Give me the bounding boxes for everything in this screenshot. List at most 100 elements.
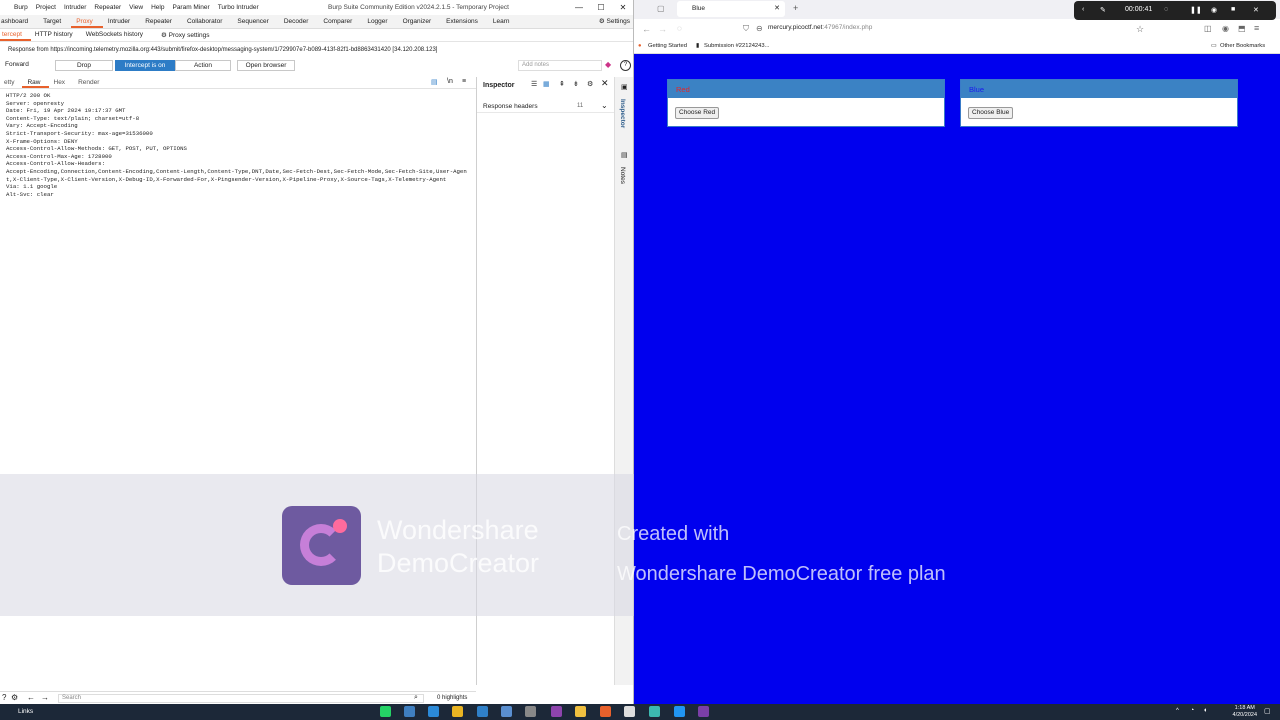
help-icon[interactable]: ? [620,60,631,71]
tab-sequencer[interactable]: Sequencer [232,15,278,28]
bookmark-getting-started[interactable]: Getting Started [648,43,687,49]
tab-collaborator[interactable]: Collaborator [182,15,232,28]
tab-repeater[interactable]: Repeater [140,15,182,28]
volume-icon[interactable]: ◖ [1203,707,1207,714]
forward-arrow-icon[interactable]: → [41,693,49,702]
message-editor[interactable]: HTTP/2 200 OK Server: openresty Date: Fr… [6,92,472,198]
lock-icon[interactable]: ⊖ [756,24,763,33]
pocket-icon[interactable]: ◫ [1204,24,1212,33]
tab-target[interactable]: Target [38,15,71,28]
notes-side-icon[interactable]: ▤ [621,151,628,159]
app-icon[interactable] [501,706,512,717]
drop-button[interactable]: Drop [55,60,113,71]
gear-icon[interactable]: ⚙ [11,693,18,702]
tab-websockets-history[interactable]: WebSockets history [82,29,157,41]
menu-repeater[interactable]: Repeater [90,4,125,11]
response-headers-row[interactable]: Response headers 11 ⌄ [477,99,615,113]
account-icon[interactable]: ◉ [1222,24,1229,33]
edge-icon[interactable] [428,706,439,717]
mic-icon[interactable]: ◌ [1164,6,1168,13]
newline-icon[interactable]: \n [447,78,453,85]
tab-raw[interactable]: Raw [22,77,49,88]
choose-blue-button[interactable]: Choose Blue [968,107,1014,119]
vscode-icon[interactable] [477,706,488,717]
choose-red-button[interactable]: Choose Red [675,107,720,119]
app-icon[interactable] [674,706,685,717]
tab-intruder[interactable]: Intruder [103,15,140,28]
tab-learn[interactable]: Learn [488,15,520,28]
forward-icon[interactable]: → [658,24,667,34]
inspector-side-tab[interactable]: Inspector [619,99,626,128]
tab-hex[interactable]: Hex [49,77,74,88]
pause-icon[interactable]: ❚❚ [1190,6,1202,14]
tab-extensions[interactable]: Extensions [441,15,488,28]
tab-logger[interactable]: Logger [362,15,397,28]
menu-intruder[interactable]: Intruder [60,4,90,11]
webcam-icon[interactable]: ◉ [1211,6,1217,14]
intercept-toggle[interactable]: Intercept is on [115,60,175,71]
tab-organizer[interactable]: Organizer [398,15,442,28]
back-arrow-icon[interactable]: ← [27,693,35,702]
pen-icon[interactable]: ✎ [1100,6,1106,14]
search-input[interactable]: Search [58,694,424,703]
file-explorer-icon[interactable] [575,706,586,717]
expand-icon[interactable]: ⇞ [559,80,565,88]
bookmark-star-icon[interactable]: ☆ [1136,24,1144,35]
list-view-icon[interactable]: ☰ [531,80,537,88]
links-label[interactable]: Links [18,708,33,715]
highlight-icon[interactable]: ◆ [605,60,611,69]
app-icon[interactable] [525,706,536,717]
clock[interactable]: 1:18 AM 4/20/2024 [1233,705,1257,719]
settings-button[interactable]: ⚙ Settings [599,17,630,25]
menu-param-miner[interactable]: Param Miner [168,4,213,11]
app-icon[interactable] [551,706,562,717]
browser-tab-blue[interactable]: Blue ✕ [677,1,785,17]
loading-icon[interactable]: ◌ [677,24,682,33]
democreator-taskbar-icon[interactable] [698,706,709,717]
new-tab-icon[interactable]: + [793,3,798,13]
stop-icon[interactable]: ■ [1231,6,1235,13]
close-button[interactable]: ✕ [612,0,633,15]
grid-view-icon[interactable]: ▦ [543,80,550,88]
shield-icon[interactable]: ⛉ [743,24,749,34]
menu-view[interactable]: View [125,4,147,11]
app-icon[interactable] [624,706,635,717]
close-icon[interactable]: ✕ [601,78,609,89]
open-browser-button[interactable]: Open browser [237,60,295,71]
tab-http-history[interactable]: HTTP history [31,29,82,41]
other-bookmarks[interactable]: Other Bookmarks [1220,43,1265,49]
notifications-icon[interactable]: ▢ [1264,707,1271,715]
chevron-left-icon[interactable]: ‹ [1082,6,1084,13]
tab-proxy[interactable]: Proxy [71,15,103,28]
url-bar[interactable]: mercury.picoctf.net:47967/index.php [768,24,872,31]
forward-button[interactable]: Forward [5,60,47,71]
tab-intercept[interactable]: tercept [0,29,31,41]
maximize-button[interactable]: ☐ [590,0,612,15]
inspector-side-icon[interactable]: ▣ [621,83,628,91]
menu-burp[interactable]: Burp [0,4,32,11]
app-menu-icon[interactable]: ≡ [1254,23,1259,33]
menu-turbo-intruder[interactable]: Turbo Intruder [214,4,263,11]
app-icon[interactable] [404,706,415,717]
app-icon[interactable] [649,706,660,717]
tab-decoder[interactable]: Decoder [279,15,319,28]
firefox-icon[interactable] [600,706,611,717]
back-icon[interactable]: ← [642,24,651,34]
whatsapp-icon[interactable] [380,706,391,717]
action-button[interactable]: Action [175,60,231,71]
extensions-icon[interactable]: ⬒ [1238,24,1246,33]
minimize-button[interactable]: — [568,0,590,15]
notes-input[interactable]: Add notes [518,60,602,71]
wrap-icon[interactable]: ▤ [431,78,438,86]
chrome-icon[interactable] [452,706,463,717]
menu-project[interactable]: Project [32,4,60,11]
tab-overview-icon[interactable]: ▢ [657,4,665,13]
collapse-icon[interactable]: ⇟ [573,80,579,88]
bookmark-submission[interactable]: Submission #22124243... [704,43,769,49]
network-icon[interactable]: ◔ [1190,707,1194,714]
tab-pretty[interactable]: etty [0,77,22,88]
close-icon[interactable]: ✕ [1253,6,1259,14]
help-icon[interactable]: ? [2,693,6,702]
tab-render[interactable]: Render [73,77,107,88]
tray-chevron-icon[interactable]: ^ [1176,708,1179,714]
